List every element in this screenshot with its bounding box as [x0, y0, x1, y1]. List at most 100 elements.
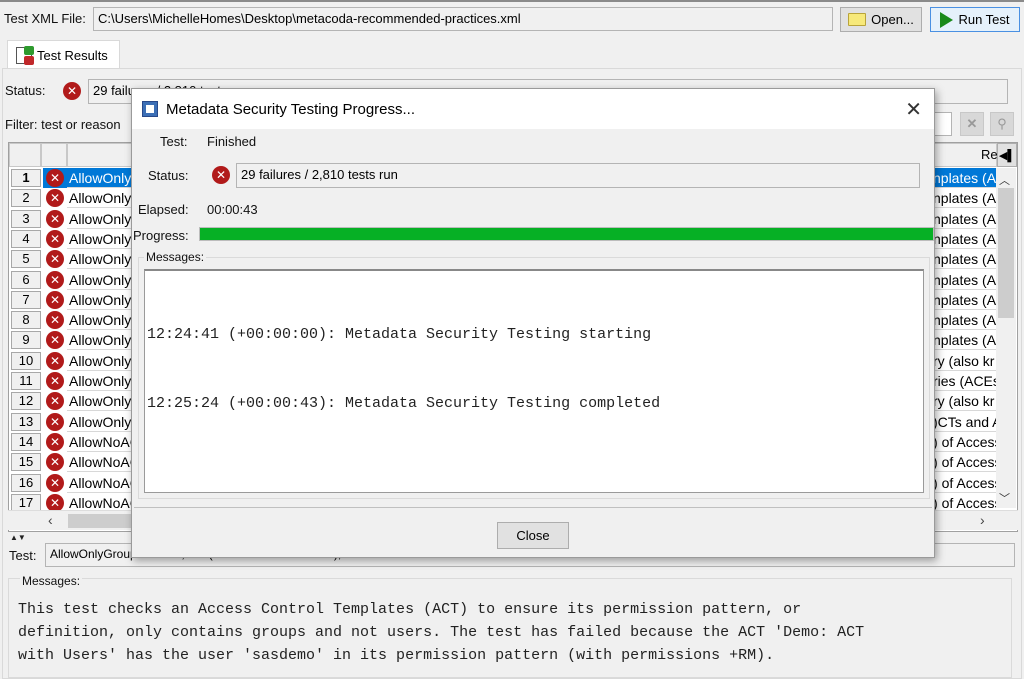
dialog-status-label: Status:	[148, 168, 189, 183]
detail-messages-text: This test checks an Access Control Templ…	[18, 601, 865, 664]
app-icon	[142, 101, 158, 117]
error-icon: ✕	[46, 229, 64, 248]
progress-dialog: Metadata Security Testing Progress... ✕ …	[131, 88, 935, 558]
test-xml-file-input[interactable]: C:\Users\MichelleHomes\Desktop\metacoda-…	[93, 7, 833, 31]
splitter-arrows-icon[interactable]: ▲▼	[10, 533, 26, 542]
close-button-label: Close	[516, 528, 550, 543]
error-icon: ✕	[46, 331, 64, 350]
row-number[interactable]: 11	[11, 372, 41, 390]
row-number[interactable]: 13	[11, 412, 41, 431]
row-status-cell: ✕	[43, 290, 67, 310]
row-number[interactable]: 5	[11, 250, 41, 269]
dialog-messages-log: 12:24:41 (+00:00:00): Metadata Security …	[144, 269, 924, 493]
progress-bar	[199, 227, 934, 241]
row-number[interactable]: 1	[11, 169, 41, 187]
scroll-down-icon[interactable]: ﹀	[999, 490, 1010, 506]
search-button[interactable]: ⚲	[990, 112, 1014, 136]
row-number[interactable]: 6	[11, 270, 41, 289]
row-number[interactable]: 12	[11, 392, 41, 411]
error-icon: ✕	[46, 290, 64, 309]
run-test-button[interactable]: Run Test	[930, 7, 1020, 32]
row-reason: nplates (A	[933, 310, 1003, 331]
error-icon: ✕	[46, 351, 64, 370]
vertical-scrollbar[interactable]: ︿ ﹀	[996, 168, 1016, 508]
error-icon: ✕	[46, 432, 64, 451]
clear-filter-button[interactable]: ✕	[960, 112, 984, 136]
dialog-test-value: Finished	[207, 134, 257, 149]
row-reason: nplates (A	[933, 249, 1003, 270]
row-status-cell: ✕	[43, 371, 67, 391]
error-icon: ✕	[46, 169, 64, 187]
row-status-cell: ✕	[43, 270, 67, 290]
scroll-up-icon[interactable]: ︿	[999, 172, 1010, 188]
row-number[interactable]: 16	[11, 473, 41, 492]
row-reason: ry (also kr	[933, 391, 1003, 412]
row-reason: of Access (	[933, 454, 1003, 473]
row-number[interactable]: 3	[11, 209, 41, 228]
row-status-cell: ✕	[43, 432, 67, 452]
row-status-cell: ✕	[43, 412, 67, 432]
error-icon: ✕	[46, 209, 64, 228]
scroll-thumb[interactable]	[998, 188, 1014, 318]
error-icon: ✕	[46, 372, 64, 390]
row-status-cell: ✕	[43, 168, 67, 188]
row-number[interactable]: 7	[11, 290, 41, 309]
window-top-border	[0, 0, 1024, 2]
row-reason: nplates (A	[933, 290, 1003, 310]
row-reason: nplates (A	[933, 330, 1003, 351]
search-icon: ⚲	[997, 116, 1007, 131]
dialog-title: Metadata Security Testing Progress...	[166, 100, 416, 118]
folder-icon	[848, 13, 867, 26]
error-icon: ✕	[46, 311, 64, 330]
error-icon: ✕	[46, 189, 64, 208]
header-status[interactable]	[41, 143, 67, 167]
dialog-progress-label: Progress:	[133, 228, 189, 243]
dialog-test-label: Test:	[160, 134, 188, 149]
row-number[interactable]: 14	[11, 432, 41, 451]
row-status-cell: ✕	[43, 229, 67, 249]
tab-test-results[interactable]: Test Results	[7, 40, 120, 69]
log-line: 12:24:41 (+00:00:00): Metadata Security …	[147, 326, 652, 343]
row-number[interactable]: 4	[11, 229, 41, 248]
log-line: 12:25:24 (+00:00:43): Metadata Security …	[147, 395, 661, 412]
column-control-button[interactable]: ◀▌	[997, 143, 1017, 167]
open-button[interactable]: Open...	[840, 7, 922, 32]
row-reason: of Access (	[933, 474, 1003, 493]
dialog-close-icon[interactable]: ✕	[905, 97, 922, 121]
row-reason: of Access (	[933, 433, 1003, 452]
error-icon: ✕	[46, 270, 64, 289]
row-number[interactable]: 8	[11, 311, 41, 330]
dialog-elapsed-value: 00:00:43	[207, 202, 258, 217]
dialog-status-field: 29 failures / 2,810 tests run	[236, 163, 920, 188]
test-results-icon	[16, 45, 34, 65]
scroll-right-icon[interactable]: ›	[980, 512, 985, 528]
row-number[interactable]: 9	[11, 331, 41, 350]
header-reason[interactable]: Re	[981, 147, 998, 162]
row-status-cell: ✕	[43, 452, 67, 472]
row-status-cell: ✕	[43, 310, 67, 330]
scroll-left-icon[interactable]: ‹	[48, 512, 53, 528]
row-number[interactable]: 10	[11, 351, 41, 370]
test-xml-file-label: Test XML File:	[4, 11, 86, 26]
error-icon: ✕	[46, 412, 64, 431]
row-reason: nplates (A	[933, 168, 1003, 188]
dialog-close-button[interactable]: Close	[497, 522, 569, 549]
status-label: Status:	[5, 83, 46, 98]
dialog-elapsed-label: Elapsed:	[138, 202, 189, 217]
error-icon: ✕	[46, 250, 64, 269]
row-status-cell: ✕	[43, 249, 67, 269]
row-number[interactable]: 15	[11, 453, 41, 472]
row-status-cell: ✕	[43, 330, 67, 350]
dialog-separator	[134, 507, 932, 508]
tab-test-results-label: Test Results	[37, 47, 108, 63]
header-rownum[interactable]	[9, 143, 41, 167]
row-status-cell: ✕	[43, 209, 67, 229]
dialog-title-bar[interactable]: Metadata Security Testing Progress... ✕	[132, 89, 934, 129]
row-status-cell: ✕	[43, 391, 67, 411]
clear-icon: ✕	[966, 116, 978, 131]
open-button-label: Open...	[871, 12, 914, 27]
error-icon: ✕	[63, 82, 81, 100]
row-number[interactable]: 2	[11, 189, 41, 208]
dialog-messages-label: Messages:	[144, 250, 207, 264]
row-reason: nplates (A	[933, 209, 1003, 229]
